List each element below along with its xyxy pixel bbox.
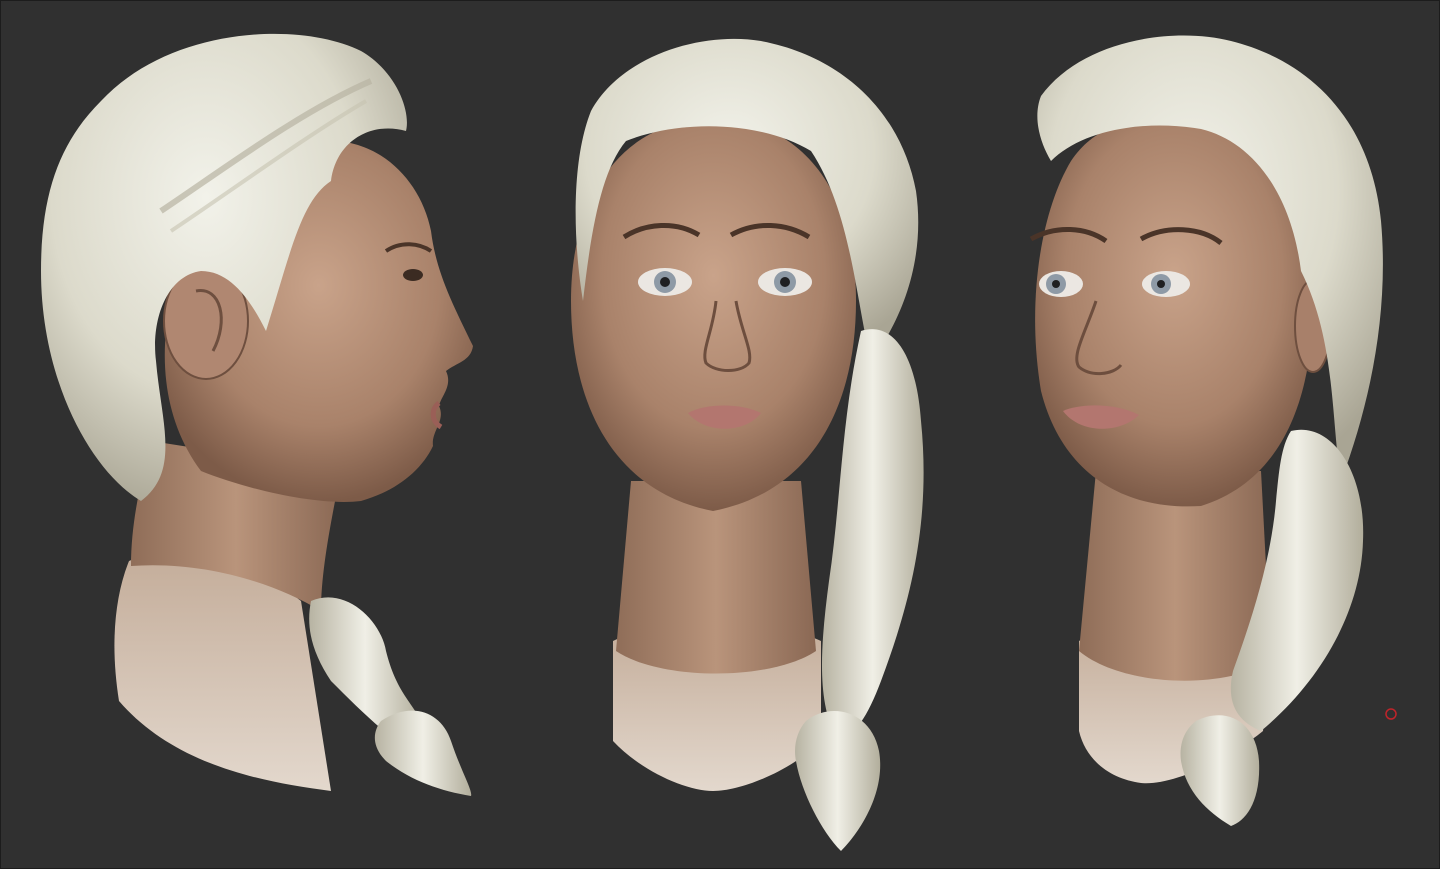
head-three-quarter-view: [1029, 35, 1383, 826]
head-side-view: [41, 33, 474, 796]
head-front-view: [571, 38, 924, 851]
braid-tip-three-quarter: [1180, 715, 1260, 826]
braid-tip-side: [374, 710, 472, 796]
red-circle-marker[interactable]: [1385, 708, 1397, 720]
render-canvas[interactable]: [1, 1, 1439, 868]
braid-tip-front: [795, 711, 881, 851]
sculpt-viewport[interactable]: [0, 0, 1440, 869]
